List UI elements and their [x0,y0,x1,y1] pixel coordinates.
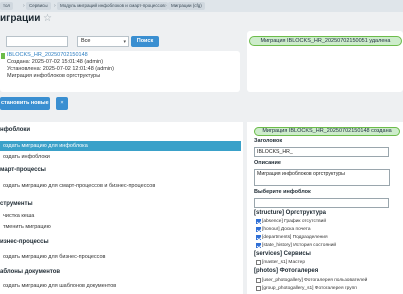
action-item[interactable]: оздать миграцию для шаблонов документов [3,283,116,289]
app-root: тол › Сервисы › Модуль миграций инфоблок… [0,0,403,294]
checkbox[interactable] [256,243,261,248]
filter-select[interactable]: Все ▾ [77,36,129,47]
group-title: [structure] Оргструктура [254,210,326,216]
filter-select-value: Все [81,38,91,44]
action-item[interactable]: чистка кеша [3,213,34,219]
iblock-checkbox-row[interactable]: [group_photogallery_s1] Фотогалерея груп… [256,286,357,291]
checkbox[interactable] [256,235,261,240]
breadcrumb-item[interactable]: Сервисы [26,2,51,10]
page-title: играции [0,13,41,24]
breadcrumb-item[interactable]: Миграции (cfg) [168,2,205,10]
title-input[interactable]: IBLOCKS_HR_ [254,147,389,157]
migration-description: Миграция инфоблоков оргструктуры [7,73,101,79]
checkbox-label: [master_s1] Мастер [262,260,305,265]
action-item[interactable]: оздать миграцию для смарт-процессов и би… [3,183,155,189]
breadcrumb-separator: › [165,3,167,9]
title-label: Заголовок [254,138,283,144]
iblock-checkbox-row[interactable]: [user_photogallery] Фотогалерея пользова… [256,278,367,283]
iblock-checkbox-row[interactable]: [master_s1] Мастер [256,260,305,265]
section-title: март-процессы [0,167,46,173]
action-item[interactable]: тменить миграцию [3,224,51,230]
description-textarea[interactable]: Миграция инфоблоков оргструктуры [254,169,390,186]
checkbox-label: [user_photogallery] Фотогалерея пользова… [262,278,368,283]
chevron-down-icon: ▾ [123,39,126,45]
description-label: Описание [254,160,281,166]
action-item[interactable]: оздать миграцию для бизнес-процессов [3,254,105,260]
section-title: изнес-процессы [0,239,49,245]
checkbox[interactable] [256,227,261,232]
checkbox[interactable] [256,260,261,265]
checkbox-label: [group_photogallery_s1] Фотогалерея груп… [262,286,357,291]
iblock-checkbox-row[interactable]: [absence] График отсутствий [256,219,326,224]
status-marker [1,53,5,59]
checkbox-label: [state_history] История состояний [262,243,337,248]
iblock-checkbox-row[interactable]: [departments] Подразделения [256,235,328,240]
select-iblock-label: Выберите инфоблок [254,189,311,195]
install-new-button[interactable]: становить новые [0,97,50,110]
action-item[interactable]: оздать миграцию для инфоблока [0,141,241,151]
checkbox-label: [absence] График отсутствий [262,219,327,224]
section-title: струменты [0,201,33,207]
group-title: [photos] Фотогалерея [254,268,319,274]
breadcrumb-separator: › [23,3,25,9]
group-title: [services] Сервисы [254,251,311,257]
section-title: аблоны документов [0,269,61,275]
checkbox-label: [departments] Подразделения [262,235,328,240]
created-notification-badge: Миграция IBLOCKS_HR_20250702150148 созда… [254,127,400,136]
checkbox-label: [honour] Доска почета [262,227,311,232]
migration-link[interactable]: IBLOCKS_HR_20250702150148 [7,52,88,58]
breadcrumb-separator: › [54,3,56,9]
search-button[interactable]: Поиск [131,36,159,47]
iblock-checkbox-row[interactable]: [honour] Доска почета [256,227,311,232]
installed-text: Установлена: 2025-07-02 12:01:48 (admin) [7,66,114,72]
checkbox[interactable] [256,278,261,283]
breadcrumb-item[interactable]: тол [0,2,14,10]
action-item[interactable]: оздать инфоблоки [3,154,50,160]
created-text: Создана: 2025-07-02 15:01:48 (admin) [7,59,104,65]
star-icon[interactable]: ☆ [43,13,52,24]
section-title: нфоблоки [0,127,31,133]
search-input[interactable] [6,36,68,47]
checkbox[interactable] [256,286,261,291]
iblock-checkbox-row[interactable]: [state_history] История состояний [256,243,336,248]
deleted-notification-badge: Миграция IBLOCKS_HR_20250702150051 удале… [249,36,402,46]
iblock-filter-input[interactable] [254,198,389,208]
breadcrumb-item[interactable]: Модуль миграций инфоблоков и смарт-проце… [57,2,168,10]
close-button[interactable]: × [56,97,68,110]
checkbox[interactable] [256,219,261,224]
